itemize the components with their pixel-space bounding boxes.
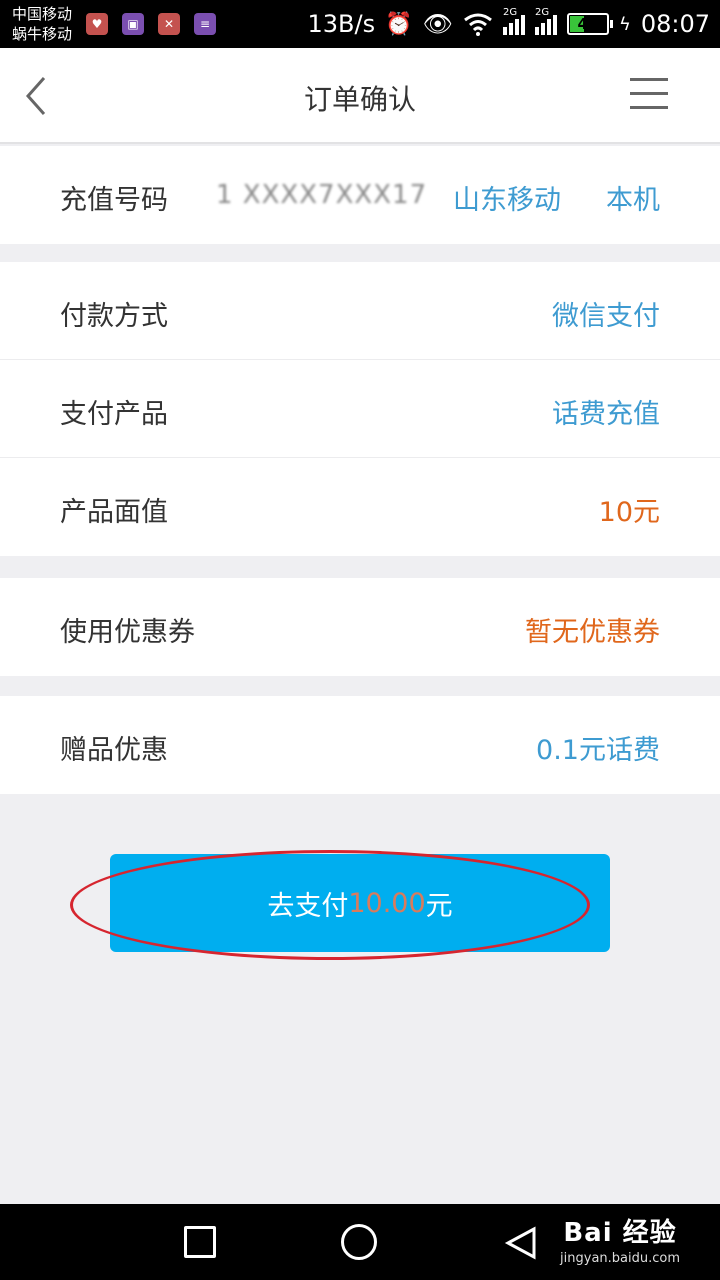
- gallery-app-icon: ▣: [122, 13, 144, 35]
- recharge-row: 充值号码 1 XXXX7XXX17 山东移动 本机: [0, 146, 720, 244]
- status-bar: 中国移动 蜗牛移动 ♥ ▣ ✕ ≡ 13B/s ⏰ 👁 2G 2G 42 ϟ 0: [0, 0, 720, 48]
- gift-section: 赠品优惠 0.1元话费: [0, 696, 720, 794]
- eye-icon: 👁: [422, 10, 453, 38]
- list-app-icon: ≡: [194, 13, 216, 35]
- pay-button-prefix: 去支付: [267, 890, 349, 922]
- pay-product-row: 支付产品 话费充值: [0, 360, 720, 458]
- carrier-1: 中国移动: [12, 5, 73, 23]
- signal-icon-2: 2G: [534, 7, 557, 35]
- gift-row: 赠品优惠 0.1元话费: [0, 696, 720, 794]
- notification-icons: ♥ ▣ ✕ ≡: [86, 13, 216, 35]
- hamburger-icon-line: [630, 92, 668, 95]
- home-button[interactable]: [341, 1224, 377, 1260]
- coupon-row[interactable]: 使用优惠券 暂无优惠券: [0, 578, 720, 676]
- recharge-section: 充值号码 1 XXXX7XXX17 山东移动 本机: [0, 146, 720, 244]
- gift-value: 0.1元话费: [536, 735, 660, 766]
- network-speed: 13B/s: [307, 10, 376, 38]
- nav-back-button[interactable]: [504, 1226, 538, 1260]
- pay-product-label: 支付产品: [60, 399, 168, 430]
- menu-button[interactable]: [630, 78, 668, 110]
- carrier-label: 山东移动: [453, 185, 561, 216]
- carrier-names: 中国移动 蜗牛移动: [12, 4, 72, 44]
- triangle-back-icon: [504, 1226, 536, 1260]
- header: 订单确认: [0, 48, 720, 144]
- pay-button[interactable]: 去支付 10.00 元: [110, 854, 610, 952]
- hamburger-icon-line: [630, 78, 668, 81]
- watermark-sub: jingyan.baidu.com: [560, 1251, 680, 1266]
- hamburger-icon-line: [630, 106, 668, 109]
- battery-icon: 42: [566, 13, 613, 35]
- recharge-label: 充值号码: [60, 185, 168, 216]
- phone-number: 1 XXXX7XXX17: [216, 180, 428, 210]
- wifi-icon: [464, 13, 492, 36]
- recent-apps-button[interactable]: [184, 1226, 216, 1258]
- clock: 08:07: [640, 10, 710, 38]
- coupon-value: 暂无优惠券: [525, 617, 660, 648]
- page-title: 订单确认: [303, 83, 416, 116]
- pay-product-value: 话费充值: [552, 399, 660, 430]
- payment-method-value: 微信支付: [552, 301, 660, 332]
- payment-method-row[interactable]: 付款方式 微信支付: [0, 262, 720, 360]
- alarm-icon: ⏰: [385, 11, 413, 37]
- face-value-label: 产品面值: [60, 497, 168, 528]
- status-right: 13B/s ⏰ 👁 2G 2G 42 ϟ 08:07: [307, 0, 710, 48]
- coupon-label: 使用优惠券: [60, 617, 195, 648]
- health-app-icon: ♥: [86, 13, 108, 35]
- tools-app-icon: ✕: [158, 13, 180, 35]
- gift-label: 赠品优惠: [60, 735, 168, 766]
- watermark-main: Bai 经验: [563, 1218, 677, 1248]
- charging-icon: ϟ: [618, 13, 631, 35]
- face-value-value: 10元: [598, 497, 660, 528]
- signal-icon-1: 2G: [502, 7, 525, 35]
- carrier-2: 蜗牛移动: [12, 25, 73, 43]
- baidu-watermark: Bai 经验 jingyan.baidu.com: [560, 1212, 680, 1266]
- navigation-bar: Bai 经验 jingyan.baidu.com: [0, 1204, 720, 1280]
- battery-level: 42: [577, 15, 599, 33]
- face-value-row: 产品面值 10元: [0, 458, 720, 556]
- payment-method-label: 付款方式: [60, 301, 168, 332]
- payment-section: 付款方式 微信支付 支付产品 话费充值 产品面值 10元: [0, 262, 720, 556]
- pay-button-suffix: 元: [425, 890, 453, 922]
- self-number-button[interactable]: 本机: [606, 178, 660, 217]
- pay-button-amount: 10.00: [348, 887, 426, 919]
- coupon-section: 使用优惠券 暂无优惠券: [0, 578, 720, 676]
